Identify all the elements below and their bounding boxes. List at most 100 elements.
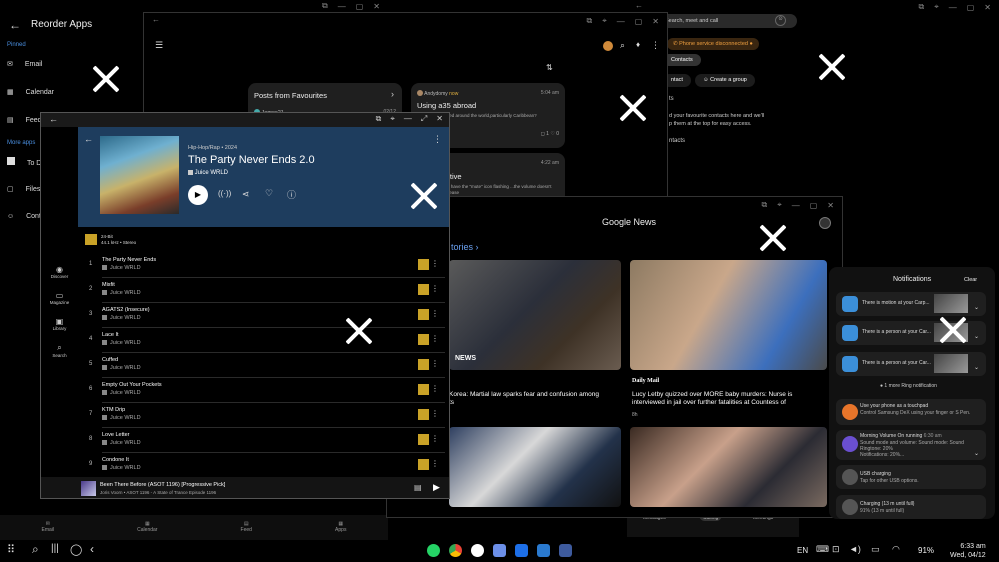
create-group-button[interactable]: ☺ Create a group bbox=[695, 74, 755, 87]
minimize-icon[interactable]: — bbox=[792, 201, 800, 210]
apps-grid-icon[interactable]: ⠿ bbox=[7, 543, 15, 556]
track-row[interactable]: 3 AGATS2 (Insecure) Juice WRLD ⋮ bbox=[82, 303, 445, 328]
maximize-icon[interactable]: ▢ bbox=[967, 3, 975, 12]
search-icon[interactable]: ⌕ bbox=[32, 542, 39, 557]
pin-icon[interactable]: ⌖ bbox=[602, 16, 607, 26]
home-icon[interactable]: ◯ bbox=[70, 543, 82, 556]
album-artist[interactable]: Juice WRLD bbox=[188, 170, 228, 176]
back-icon[interactable]: ‹ bbox=[90, 542, 94, 556]
radio-icon[interactable]: ((·)) bbox=[218, 189, 231, 198]
now-playing-bar[interactable]: Been There Before (ASOT 1196) [Progressi… bbox=[41, 477, 449, 498]
wifi-icon[interactable]: ◠ bbox=[892, 544, 900, 555]
track-row[interactable]: 1 The Party Never Ends Juice WRLD ⋮ bbox=[82, 253, 445, 278]
recents-icon[interactable]: ||| bbox=[51, 543, 59, 554]
more-ring-notifications[interactable]: ● 1 more Ring notification bbox=[880, 383, 937, 389]
pin-icon[interactable]: ⌖ bbox=[777, 200, 782, 210]
nav-magazine[interactable]: ▭ Magazine bbox=[41, 291, 78, 305]
notification-card[interactable]: There is motion at your Carp... ⌄ bbox=[836, 292, 986, 316]
close-icon[interactable]: ✕ bbox=[373, 2, 380, 11]
top-stories-link[interactable]: tories › bbox=[451, 242, 479, 252]
queue-icon[interactable]: ▤ bbox=[414, 483, 422, 492]
share-icon[interactable]: ⋖ bbox=[242, 189, 250, 200]
back-icon[interactable]: ← bbox=[49, 114, 58, 124]
chevron-down-icon[interactable]: ⌄ bbox=[974, 304, 979, 311]
volume-icon[interactable]: ◄) bbox=[849, 544, 861, 554]
members-icon[interactable] bbox=[515, 544, 528, 557]
more-icon[interactable]: ⋮ bbox=[431, 384, 439, 393]
minimize-icon[interactable]: — bbox=[338, 2, 346, 11]
news-image-1[interactable] bbox=[449, 260, 621, 370]
chevron-down-icon[interactable]: ⌄ bbox=[974, 450, 979, 457]
window-icon[interactable]: ⧉ bbox=[919, 2, 925, 12]
pin-icon[interactable]: ⌖ bbox=[390, 114, 395, 124]
notification-card[interactable]: There is a person at your Car... ⌄ bbox=[836, 352, 986, 376]
more-icon[interactable]: ⋮ bbox=[431, 459, 439, 468]
clock[interactable]: 6:33 am Wed, 04/12 bbox=[950, 542, 986, 560]
teams-icon[interactable] bbox=[559, 544, 572, 557]
app-item-todo[interactable]: To D bbox=[7, 157, 41, 167]
news-image-4[interactable] bbox=[630, 427, 827, 507]
news-image-2[interactable] bbox=[630, 260, 827, 370]
track-row[interactable]: 4 Lace It Juice WRLD ⋮ bbox=[82, 328, 445, 353]
keyboard-icon[interactable]: ⌨ bbox=[816, 544, 829, 555]
more-icon[interactable]: ⋮ bbox=[431, 284, 439, 293]
tab-calendar[interactable]: ▦ Calendar bbox=[137, 521, 157, 542]
app-item-contacts[interactable]: ☺ Cont bbox=[7, 213, 41, 220]
close-icon[interactable]: ✕ bbox=[436, 114, 443, 124]
track-row[interactable]: 5 Cuffed Juice WRLD ⋮ bbox=[82, 353, 445, 378]
track-row[interactable]: 6 Empty Out Your Pockets Juice WRLD ⋮ bbox=[82, 378, 445, 403]
track-row[interactable]: 2 Misfit Juice WRLD ⋮ bbox=[82, 278, 445, 303]
more-icon[interactable]: ⋮ bbox=[431, 334, 439, 343]
app-item-email[interactable]: ✉ Email bbox=[7, 60, 42, 68]
maximize-icon[interactable]: ⤢ bbox=[421, 114, 427, 124]
tab-contacts[interactable]: Contacts bbox=[663, 54, 701, 66]
whatsapp-icon[interactable] bbox=[427, 544, 440, 557]
tab-apps[interactable]: ▦ Apps bbox=[335, 521, 346, 542]
news-headline[interactable]: Korea: Martial law sparks fear and confu… bbox=[449, 391, 619, 407]
back-icon[interactable]: ← bbox=[635, 1, 643, 10]
tab-feed[interactable]: ▤ Feed bbox=[241, 521, 252, 542]
notification-card[interactable]: Charging (13 m until full) 91% (13 m unti… bbox=[836, 495, 986, 519]
nav-discover[interactable]: ◉ Discover bbox=[41, 265, 78, 279]
qobuz-icon[interactable] bbox=[471, 544, 484, 557]
window-icon[interactable]: ⧉ bbox=[322, 1, 328, 11]
dialpad-icon[interactable]: ⊙ bbox=[775, 15, 786, 26]
minimize-icon[interactable]: — bbox=[949, 3, 957, 12]
clear-button[interactable]: Clear bbox=[964, 277, 977, 283]
close-icon[interactable]: ✕ bbox=[984, 3, 991, 12]
more-icon[interactable]: ⋮ bbox=[651, 40, 660, 51]
menu-icon[interactable]: ☰ bbox=[155, 40, 163, 51]
bell-icon[interactable]: ♦ bbox=[636, 40, 640, 49]
more-icon[interactable]: ⋮ bbox=[431, 359, 439, 368]
tab-email[interactable]: ✉ Email bbox=[42, 521, 55, 542]
more-icon[interactable]: ⋮ bbox=[433, 134, 442, 145]
search-icon[interactable]: ⌕ bbox=[620, 40, 625, 51]
back-icon[interactable]: ← bbox=[152, 15, 160, 24]
notification-card[interactable]: Use your phone as a touchpad Control Sams… bbox=[836, 399, 986, 425]
minimize-icon[interactable]: — bbox=[404, 114, 412, 124]
notification-card[interactable]: Morning Volume On running 6:30 am Sound m… bbox=[836, 430, 986, 460]
chevron-down-icon[interactable]: ⌄ bbox=[974, 364, 979, 371]
notification-icon[interactable]: ▭ bbox=[871, 544, 880, 555]
play-icon[interactable]: ▶ bbox=[433, 482, 440, 493]
play-button[interactable]: ▶ bbox=[188, 185, 208, 205]
maximize-icon[interactable]: ▢ bbox=[810, 201, 818, 210]
window-icon[interactable]: ⧉ bbox=[376, 114, 382, 124]
outlook-icon[interactable] bbox=[537, 544, 550, 557]
window-icon[interactable]: ⧉ bbox=[587, 16, 593, 26]
more-icon[interactable]: ⋮ bbox=[431, 434, 439, 443]
info-icon[interactable]: ⓘ bbox=[287, 188, 296, 201]
close-icon[interactable]: ✕ bbox=[652, 17, 659, 26]
gallery-icon[interactable] bbox=[493, 544, 506, 557]
sort-icon[interactable]: ⇅ bbox=[546, 63, 553, 72]
more-icon[interactable]: ⋮ bbox=[431, 309, 439, 318]
back-icon[interactable]: ← bbox=[9, 18, 21, 32]
nav-search[interactable]: ⌕ Search bbox=[41, 343, 78, 358]
news-headline[interactable]: Lucy Letby quizzed over MORE baby murder… bbox=[632, 391, 827, 407]
app-item-feed[interactable]: ▤ Feed bbox=[7, 116, 42, 124]
more-icon[interactable]: ⋮ bbox=[431, 409, 439, 418]
heart-icon[interactable]: ♡ bbox=[265, 188, 273, 199]
maximize-icon[interactable]: ▢ bbox=[356, 2, 364, 11]
pin-icon[interactable]: ⌖ bbox=[934, 2, 939, 12]
track-row[interactable]: 8 Love Letter Juice WRLD ⋮ bbox=[82, 428, 445, 453]
